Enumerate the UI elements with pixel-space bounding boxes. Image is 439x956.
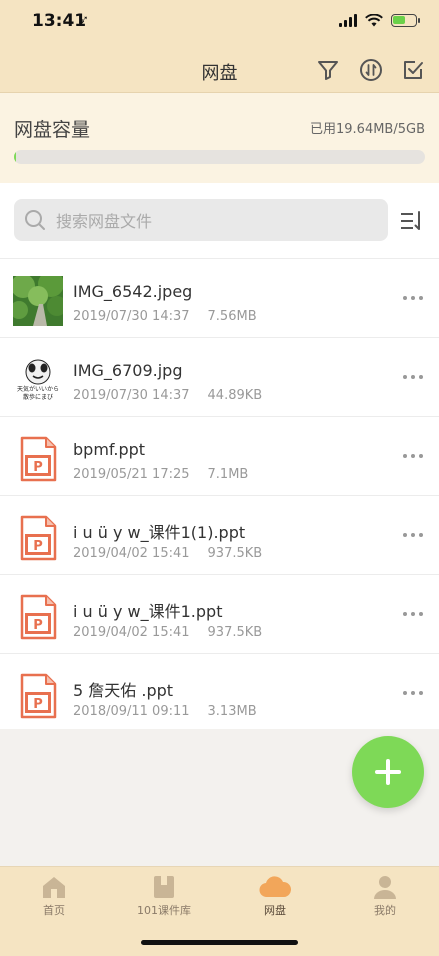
tab-profile-label: 我的 <box>374 904 396 917</box>
select-icon[interactable] <box>401 58 425 82</box>
file-size: 937.5KB <box>207 546 263 561</box>
photo-thumbnail-icon <box>13 276 63 326</box>
home-indicator <box>141 940 298 945</box>
file-row[interactable]: P bpmf.ppt 2019/05/21 17:25 7.1MB <box>0 416 439 495</box>
more-options-icon[interactable] <box>403 612 423 616</box>
wifi-icon <box>365 14 383 27</box>
storage-quota-panel: 网盘容量 已用19.64MB/5GB <box>0 93 439 183</box>
file-row[interactable]: P 5 詹天佑 .ppt 2018/09/11 09:11 3.13MB <box>0 653 439 732</box>
file-row[interactable]: P i u ü y w_课件1.ppt 2019/04/02 15:41 937.… <box>0 574 439 653</box>
library-icon <box>154 876 174 898</box>
file-date: 2019/04/02 15:41 <box>73 625 190 640</box>
file-meta: 2019/05/21 17:25 7.1MB <box>73 467 248 482</box>
more-options-icon[interactable] <box>403 296 423 300</box>
file-size: 44.89KB <box>207 388 263 403</box>
status-bar: 13:41 ➶ <box>0 0 439 46</box>
meme-thumbnail-icon: 天気がいいから 散歩にまび <box>13 355 63 405</box>
file-size: 3.13MB <box>207 704 257 719</box>
storage-label: 网盘容量 <box>14 119 91 141</box>
ppt-file-icon: P <box>20 594 57 640</box>
ppt-letter: P <box>33 697 43 712</box>
file-date: 2018/09/11 09:11 <box>73 704 190 719</box>
tab-library[interactable]: 101课件库 <box>119 875 209 918</box>
file-date: 2019/07/30 14:37 <box>73 388 190 403</box>
thumb-caption-line1: 天気がいいから <box>17 385 59 393</box>
tab-library-label: 101课件库 <box>137 904 191 917</box>
file-size: 937.5KB <box>207 625 263 640</box>
tab-home-label: 首页 <box>43 904 65 917</box>
location-arrow-icon: ➶ <box>78 13 89 28</box>
file-meta: 2019/07/30 14:37 44.89KB <box>73 388 262 403</box>
tab-home[interactable]: 首页 <box>9 875 99 918</box>
file-date: 2019/04/02 15:41 <box>73 546 190 561</box>
search-input[interactable] <box>54 205 378 237</box>
cloud-icon <box>259 876 291 898</box>
ppt-file-icon: P <box>20 436 57 482</box>
add-file-button[interactable] <box>352 736 424 808</box>
file-name: bpmf.ppt <box>73 440 146 459</box>
file-name: IMG_6542.jpeg <box>73 282 193 301</box>
storage-progress-bar <box>14 150 425 164</box>
file-row[interactable]: P i u ü y w_课件1(1).ppt 2019/04/02 15:41 9… <box>0 495 439 574</box>
file-row[interactable]: 天気がいいから 散歩にまび IMG_6709.jpg 2019/07/30 14… <box>0 337 439 416</box>
file-list-panel: IMG_6542.jpeg 2019/07/30 14:37 7.56MB 天気が… <box>0 183 439 729</box>
file-date: 2019/05/21 17:25 <box>73 467 190 482</box>
ppt-file-icon: P <box>20 673 57 719</box>
sort-icon[interactable] <box>400 210 424 232</box>
ppt-letter: P <box>33 460 43 475</box>
tab-profile[interactable]: 我的 <box>340 875 430 918</box>
signal-icon <box>339 14 357 27</box>
file-list: IMG_6542.jpeg 2019/07/30 14:37 7.56MB 天気が… <box>0 258 439 732</box>
ppt-file-icon: P <box>20 515 57 561</box>
more-options-icon[interactable] <box>403 691 423 695</box>
home-icon <box>43 877 65 898</box>
ppt-letter: P <box>33 618 43 633</box>
battery-icon <box>391 14 420 27</box>
file-meta: 2019/07/30 14:37 7.56MB <box>73 309 257 324</box>
tab-cloud-drive[interactable]: 网盘 <box>230 875 320 918</box>
file-name: IMG_6709.jpg <box>73 361 183 380</box>
file-row[interactable]: IMG_6542.jpeg 2019/07/30 14:37 7.56MB <box>0 258 439 337</box>
tab-cloud-drive-label: 网盘 <box>264 904 286 917</box>
more-options-icon[interactable] <box>403 454 423 458</box>
more-options-icon[interactable] <box>403 533 423 537</box>
file-size: 7.56MB <box>207 309 257 324</box>
storage-used-text: 已用19.64MB/5GB <box>310 122 425 137</box>
profile-icon <box>374 876 396 899</box>
file-date: 2019/07/30 14:37 <box>73 309 190 324</box>
search-icon <box>25 210 45 230</box>
file-meta: 2019/04/02 15:41 937.5KB <box>73 625 262 640</box>
nav-bar: 网盘 <box>0 46 439 93</box>
transfer-icon[interactable] <box>359 58 383 82</box>
more-options-icon[interactable] <box>403 375 423 379</box>
file-name: 5 詹天佑 .ppt <box>73 681 174 700</box>
storage-progress-fill <box>14 150 17 164</box>
file-name: i u ü y w_课件1.ppt <box>73 602 223 621</box>
file-meta: 2019/04/02 15:41 937.5KB <box>73 546 262 561</box>
file-name: i u ü y w_课件1(1).ppt <box>73 523 246 542</box>
file-meta: 2018/09/11 09:11 3.13MB <box>73 704 257 719</box>
filter-icon[interactable] <box>316 58 340 82</box>
ppt-letter: P <box>33 539 43 554</box>
search-box[interactable] <box>14 199 388 241</box>
file-size: 7.1MB <box>207 467 249 482</box>
thumb-caption-line2: 散歩にまび <box>23 393 53 401</box>
